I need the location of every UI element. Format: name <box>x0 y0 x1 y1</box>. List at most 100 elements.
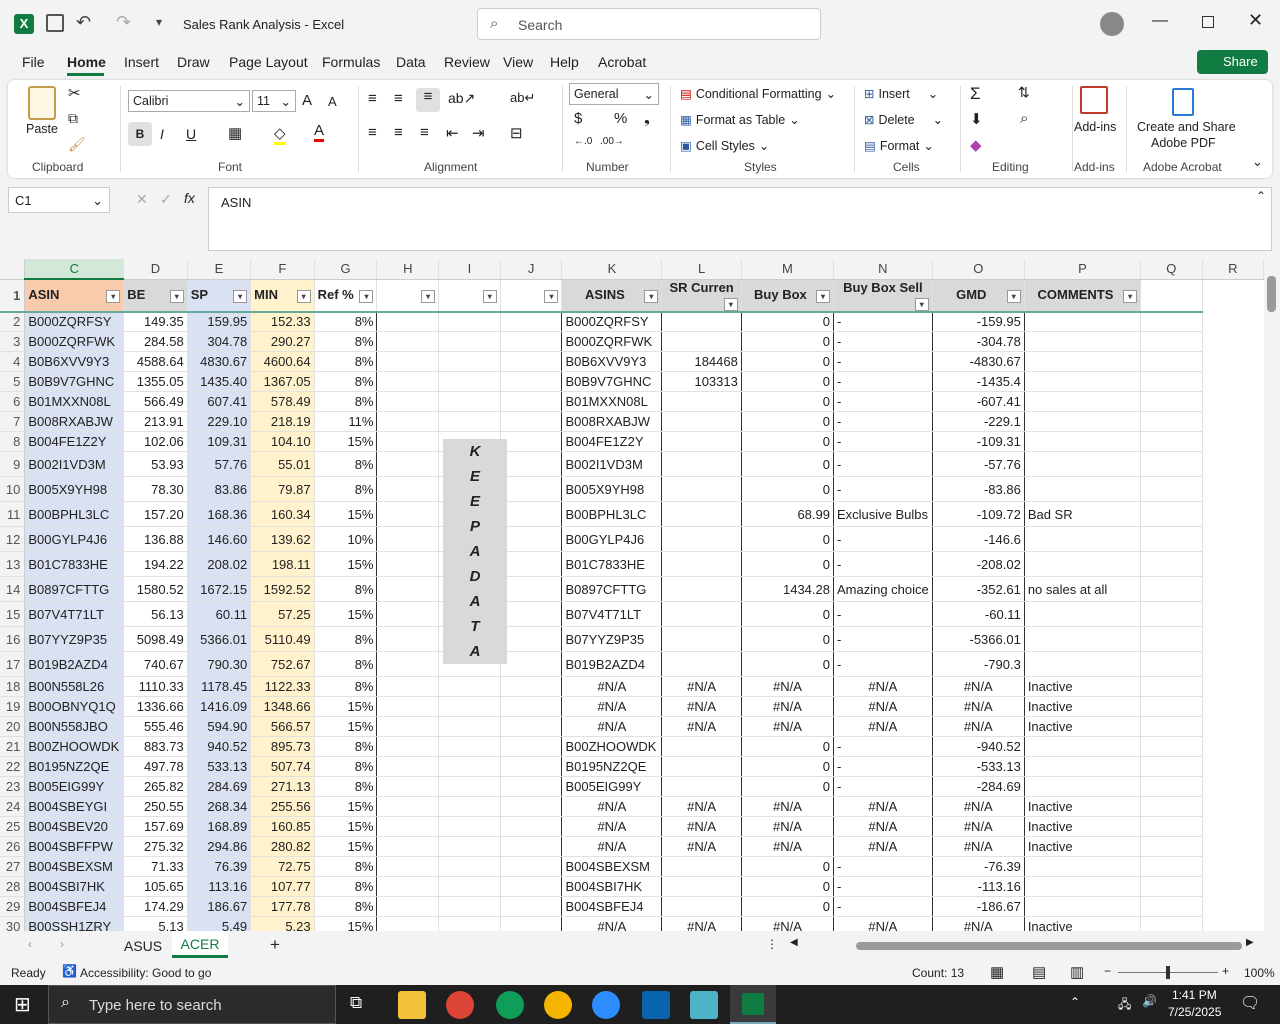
cell-buy-box[interactable]: #N/A <box>741 696 834 717</box>
cell-i[interactable] <box>438 311 501 332</box>
cell-q[interactable] <box>1140 526 1203 552</box>
row-header[interactable]: 19 <box>0 696 26 717</box>
cell-buy-box[interactable]: 0 <box>741 476 834 502</box>
cell-asins[interactable]: B07V4T71LT <box>561 601 663 627</box>
tab-formulas[interactable]: Formulas <box>322 54 380 70</box>
cell-min[interactable]: 72.75 <box>250 856 315 877</box>
cell-gmd[interactable]: -790.3 <box>932 651 1025 677</box>
cell-asins[interactable]: B0195NZ2QE <box>561 756 663 777</box>
cell-buy-box[interactable]: #N/A <box>741 676 834 697</box>
header-cell[interactable]: Ref % ▾ <box>314 279 378 313</box>
cell-q[interactable] <box>1140 836 1203 857</box>
cell-be[interactable]: 174.29 <box>123 896 188 917</box>
cell-j[interactable] <box>500 916 563 931</box>
cell-be[interactable]: 250.55 <box>123 796 188 817</box>
cell-buy-box[interactable]: 0 <box>741 351 834 372</box>
filter-dropdown-icon[interactable]: ▾ <box>723 297 738 310</box>
cancel-formula-icon[interactable]: ✕ <box>136 191 148 208</box>
cell-q[interactable] <box>1140 476 1203 502</box>
cell-buy-box-seller[interactable]: Amazing choice <box>833 576 933 602</box>
cell-h[interactable] <box>376 391 440 412</box>
cell-i[interactable] <box>438 331 501 352</box>
cell-asin[interactable]: B01C7833HE <box>24 551 125 577</box>
orientation-icon[interactable]: ab↗ <box>448 90 475 107</box>
outlook-icon[interactable] <box>642 991 670 1019</box>
cell-gmd[interactable]: -109.72 <box>932 501 1025 527</box>
cell-comments[interactable] <box>1024 626 1142 652</box>
percent-icon[interactable]: % <box>614 110 627 127</box>
cell-gmd[interactable]: #N/A <box>932 696 1025 717</box>
header-cell[interactable]: Buy Box ▾ <box>741 279 834 313</box>
cell-be[interactable]: 149.35 <box>123 311 188 332</box>
cell-asins[interactable]: B00BPHL3LC <box>561 501 663 527</box>
header-cell[interactable]: ▾ <box>438 279 501 313</box>
cell-i[interactable] <box>438 371 501 392</box>
cell-j[interactable] <box>500 651 563 677</box>
cell-ref-pct[interactable]: 8% <box>314 896 378 917</box>
cell-buy-box[interactable]: #N/A <box>741 916 834 931</box>
cell-j[interactable] <box>500 756 563 777</box>
cell-ref-pct[interactable]: 15% <box>314 796 378 817</box>
cell-sp[interactable]: 4830.67 <box>187 351 252 372</box>
cell-ref-pct[interactable]: 8% <box>314 331 378 352</box>
filter-dropdown-icon[interactable]: ▾ <box>1123 290 1138 303</box>
cell-sp[interactable]: 790.30 <box>187 651 252 677</box>
paste-button[interactable]: Paste <box>26 122 58 136</box>
cell-buy-box-seller[interactable]: - <box>833 351 933 372</box>
cell-buy-box[interactable]: #N/A <box>741 836 834 857</box>
insert-cells-button[interactable]: ⊞ Insert ⌄ <box>864 86 938 102</box>
cell-comments[interactable] <box>1024 601 1142 627</box>
cell-h[interactable] <box>376 756 440 777</box>
row-header[interactable]: 16 <box>0 626 26 652</box>
cell-ref-pct[interactable]: 15% <box>314 836 378 857</box>
sort-filter-icon[interactable]: ⇅ <box>1018 84 1030 101</box>
cell-be[interactable]: 1355.05 <box>123 371 188 392</box>
cell-ref-pct[interactable]: 15% <box>314 501 378 527</box>
tab-home[interactable]: Home <box>67 54 106 70</box>
font-color-icon[interactable]: A <box>314 122 325 142</box>
filter-dropdown-icon[interactable]: ▾ <box>233 290 248 303</box>
cell-h[interactable] <box>376 736 440 757</box>
italic-button[interactable]: I <box>160 126 164 142</box>
format-painter-icon[interactable]: 🖌 <box>68 136 86 153</box>
cell-ref-pct[interactable]: 15% <box>314 551 378 577</box>
create-share-line1[interactable]: Create and Share <box>1137 120 1236 134</box>
chrome-profile-icon[interactable] <box>496 991 524 1019</box>
align-left-icon[interactable]: ≡ <box>368 124 377 141</box>
cell-sr-current[interactable] <box>661 501 742 527</box>
cell-j[interactable] <box>500 696 563 717</box>
cell-sr-current[interactable] <box>661 411 742 432</box>
cell-asin[interactable]: B005EIG99Y <box>24 776 125 797</box>
cell-min[interactable]: 507.74 <box>250 756 315 777</box>
formula-input[interactable]: ASIN <box>208 187 1272 251</box>
column-header-F[interactable]: F <box>250 259 315 280</box>
cell-asin[interactable]: B004SBI7HK <box>24 876 125 897</box>
delete-cells-button[interactable]: ⊠ Delete ⌄ <box>864 112 943 128</box>
column-header-P[interactable]: P <box>1024 259 1142 280</box>
row-header[interactable]: 15 <box>0 601 26 627</box>
cell-h[interactable] <box>376 896 440 917</box>
row-header[interactable]: 13 <box>0 551 26 577</box>
cell-q[interactable] <box>1140 756 1203 777</box>
cell-gmd[interactable]: #N/A <box>932 676 1025 697</box>
column-header-K[interactable]: K <box>561 259 663 280</box>
cell-q[interactable] <box>1140 576 1203 602</box>
undo-icon[interactable]: ↶ <box>76 12 91 33</box>
column-header-E[interactable]: E <box>187 259 252 280</box>
cell-min[interactable]: 4600.64 <box>250 351 315 372</box>
vertical-scrollbar[interactable] <box>1264 262 1280 931</box>
cell-sp[interactable]: 533.13 <box>187 756 252 777</box>
cell-min[interactable]: 566.57 <box>250 716 315 737</box>
search-box[interactable]: ⌕ Search <box>477 8 821 40</box>
cell-comments[interactable] <box>1024 371 1142 392</box>
cell-sp[interactable]: 60.11 <box>187 601 252 627</box>
cell-buy-box-seller[interactable]: - <box>833 311 933 332</box>
cell-h[interactable] <box>376 311 440 332</box>
cell-buy-box[interactable]: 0 <box>741 756 834 777</box>
windows-start-icon[interactable]: ⊞ <box>14 992 31 1017</box>
add-ins-icon[interactable] <box>1080 86 1108 114</box>
grow-font-icon[interactable]: A <box>302 92 312 109</box>
cell-j[interactable] <box>500 351 563 372</box>
cell-sr-current[interactable] <box>661 776 742 797</box>
cell-asin[interactable]: B000ZQRFWK <box>24 331 125 352</box>
